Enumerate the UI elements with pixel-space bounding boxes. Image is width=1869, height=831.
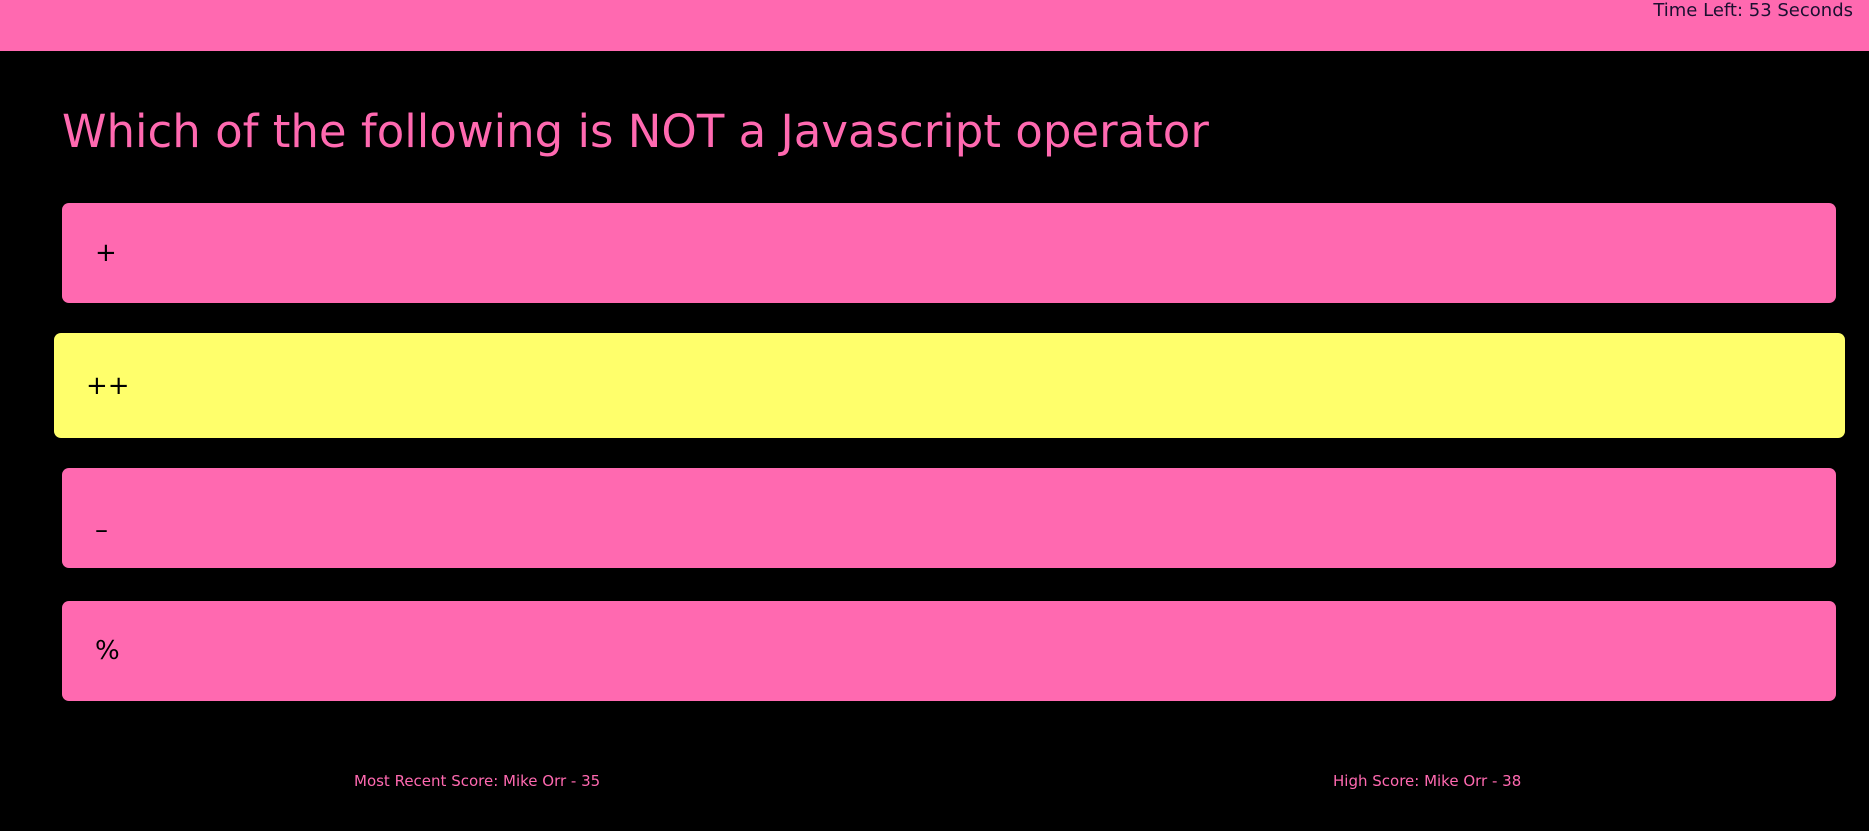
header-bar: Time Left: 53 Seconds bbox=[0, 0, 1869, 51]
time-left: Time Left: 53 Seconds bbox=[1653, 0, 1853, 21]
answer-label: ++ bbox=[86, 370, 130, 401]
high-score: High Score: Mike Orr - 38 bbox=[1333, 772, 1522, 790]
answer-label: % bbox=[95, 636, 120, 666]
answer-label: + bbox=[95, 238, 117, 268]
answer-option-1[interactable]: + bbox=[62, 203, 1836, 303]
answer-option-3[interactable]: – bbox=[62, 468, 1836, 568]
answer-label: – bbox=[95, 515, 108, 545]
answer-option-4[interactable]: % bbox=[62, 601, 1836, 701]
recent-score: Most Recent Score: Mike Orr - 35 bbox=[354, 772, 601, 790]
answer-option-2[interactable]: ++ bbox=[54, 333, 1845, 438]
question-title: Which of the following is NOT a Javascri… bbox=[62, 105, 1209, 158]
